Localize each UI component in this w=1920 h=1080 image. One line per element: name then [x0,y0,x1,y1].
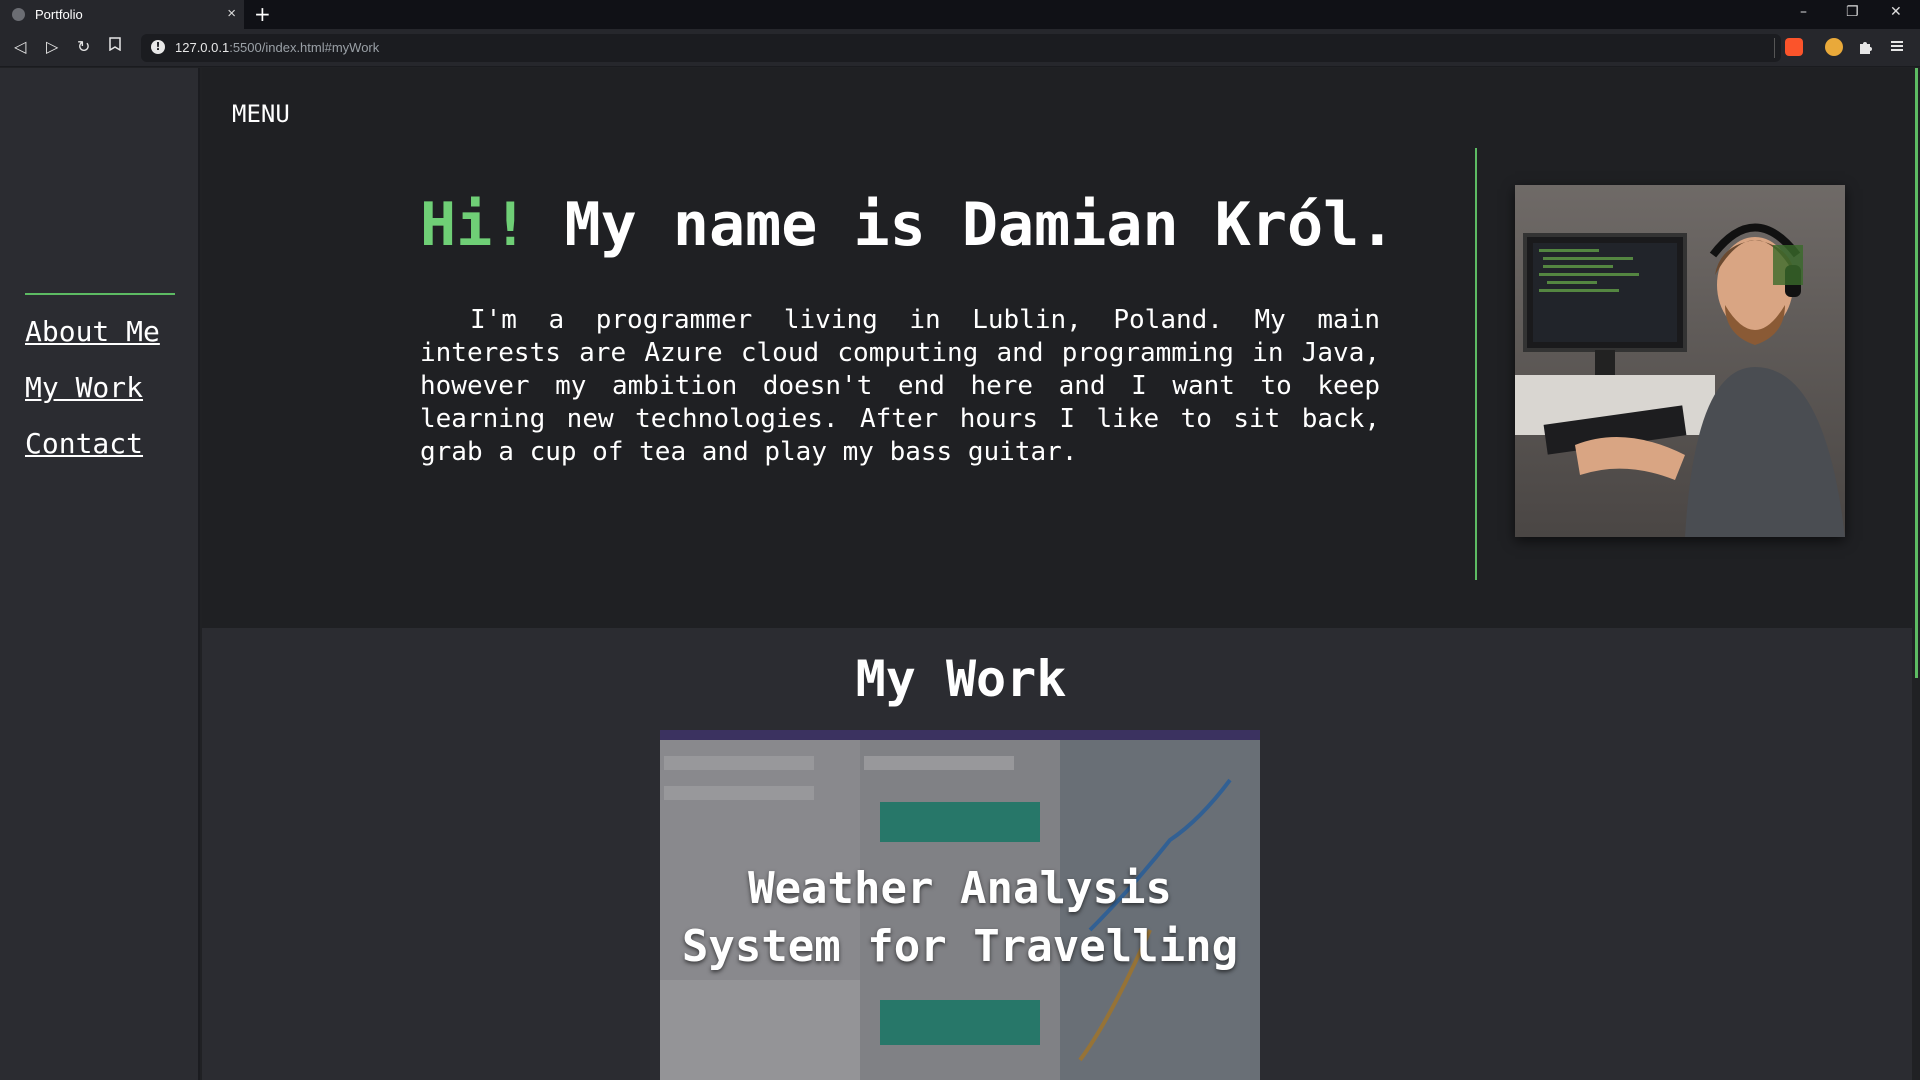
profile-photo [1515,185,1845,537]
tab-portfolio[interactable]: Portfolio × [0,0,244,29]
site-info-icon[interactable]: ! [151,40,165,54]
hamburger-icon[interactable] [1889,38,1907,56]
back-icon[interactable]: ◁ [14,37,26,56]
address-bar[interactable]: ! 127.0.0.1:5500/index.html#myWork [141,34,1781,62]
tab-close-icon[interactable]: × [227,5,236,22]
url-path: :5500/index.html#myWork [229,40,380,55]
forward-icon[interactable]: ▷ [46,37,58,56]
page-scrollbar[interactable] [1912,68,1920,1080]
scrollbar-thumb[interactable] [1915,68,1918,678]
url-host: 127.0.0.1 [175,40,230,55]
menu-button[interactable]: MENU [232,100,290,128]
sidebar: About Me My Work Contact [0,68,200,1080]
project-title-line2: System for Travelling [681,921,1239,972]
sidebar-link-about-me[interactable]: About Me [25,315,160,348]
extension-icon[interactable] [1825,38,1843,56]
project-title: Weather Analysis System for Travelling [660,860,1260,976]
puzzle-icon[interactable] [1857,38,1875,56]
browser-toolbar: ◁ ▷ ↻ ! 127.0.0.1:5500/index.html#myWork [0,29,1920,67]
tab-bar: Portfolio × + – ❐ ✕ [0,0,1920,29]
sidebar-link-my-work[interactable]: My Work [25,371,143,404]
sidebar-link-contact[interactable]: Contact [25,427,143,460]
bookmark-icon[interactable] [109,37,121,55]
project-card[interactable]: Weather Analysis System for Travelling [660,730,1260,1080]
url-text: 127.0.0.1:5500/index.html#myWork [175,40,379,55]
hero-greeting: Hi! [420,190,529,260]
intro-paragraph: I'm a programmer living in Lublin, Polan… [420,305,1380,467]
hero-title: Hi! My name is Damian Król. [420,190,1395,260]
close-window-button[interactable]: ✕ [1890,4,1902,20]
hero-divider [1475,148,1477,580]
sidebar-divider [25,293,175,295]
new-tab-button[interactable]: + [254,2,271,26]
restore-button[interactable]: ❐ [1846,4,1859,20]
toolbar-separator [1774,38,1775,58]
minimize-button[interactable]: – [1800,4,1807,20]
tab-favicon-icon [12,8,25,21]
project-title-line1: Weather Analysis [748,863,1172,914]
tab-title: Portfolio [35,7,83,22]
reload-icon[interactable]: ↻ [77,37,90,56]
my-work-title: My Work [855,650,1067,708]
brave-shield-icon[interactable] [1785,38,1803,56]
hero-name: My name is Damian Król. [528,190,1396,260]
